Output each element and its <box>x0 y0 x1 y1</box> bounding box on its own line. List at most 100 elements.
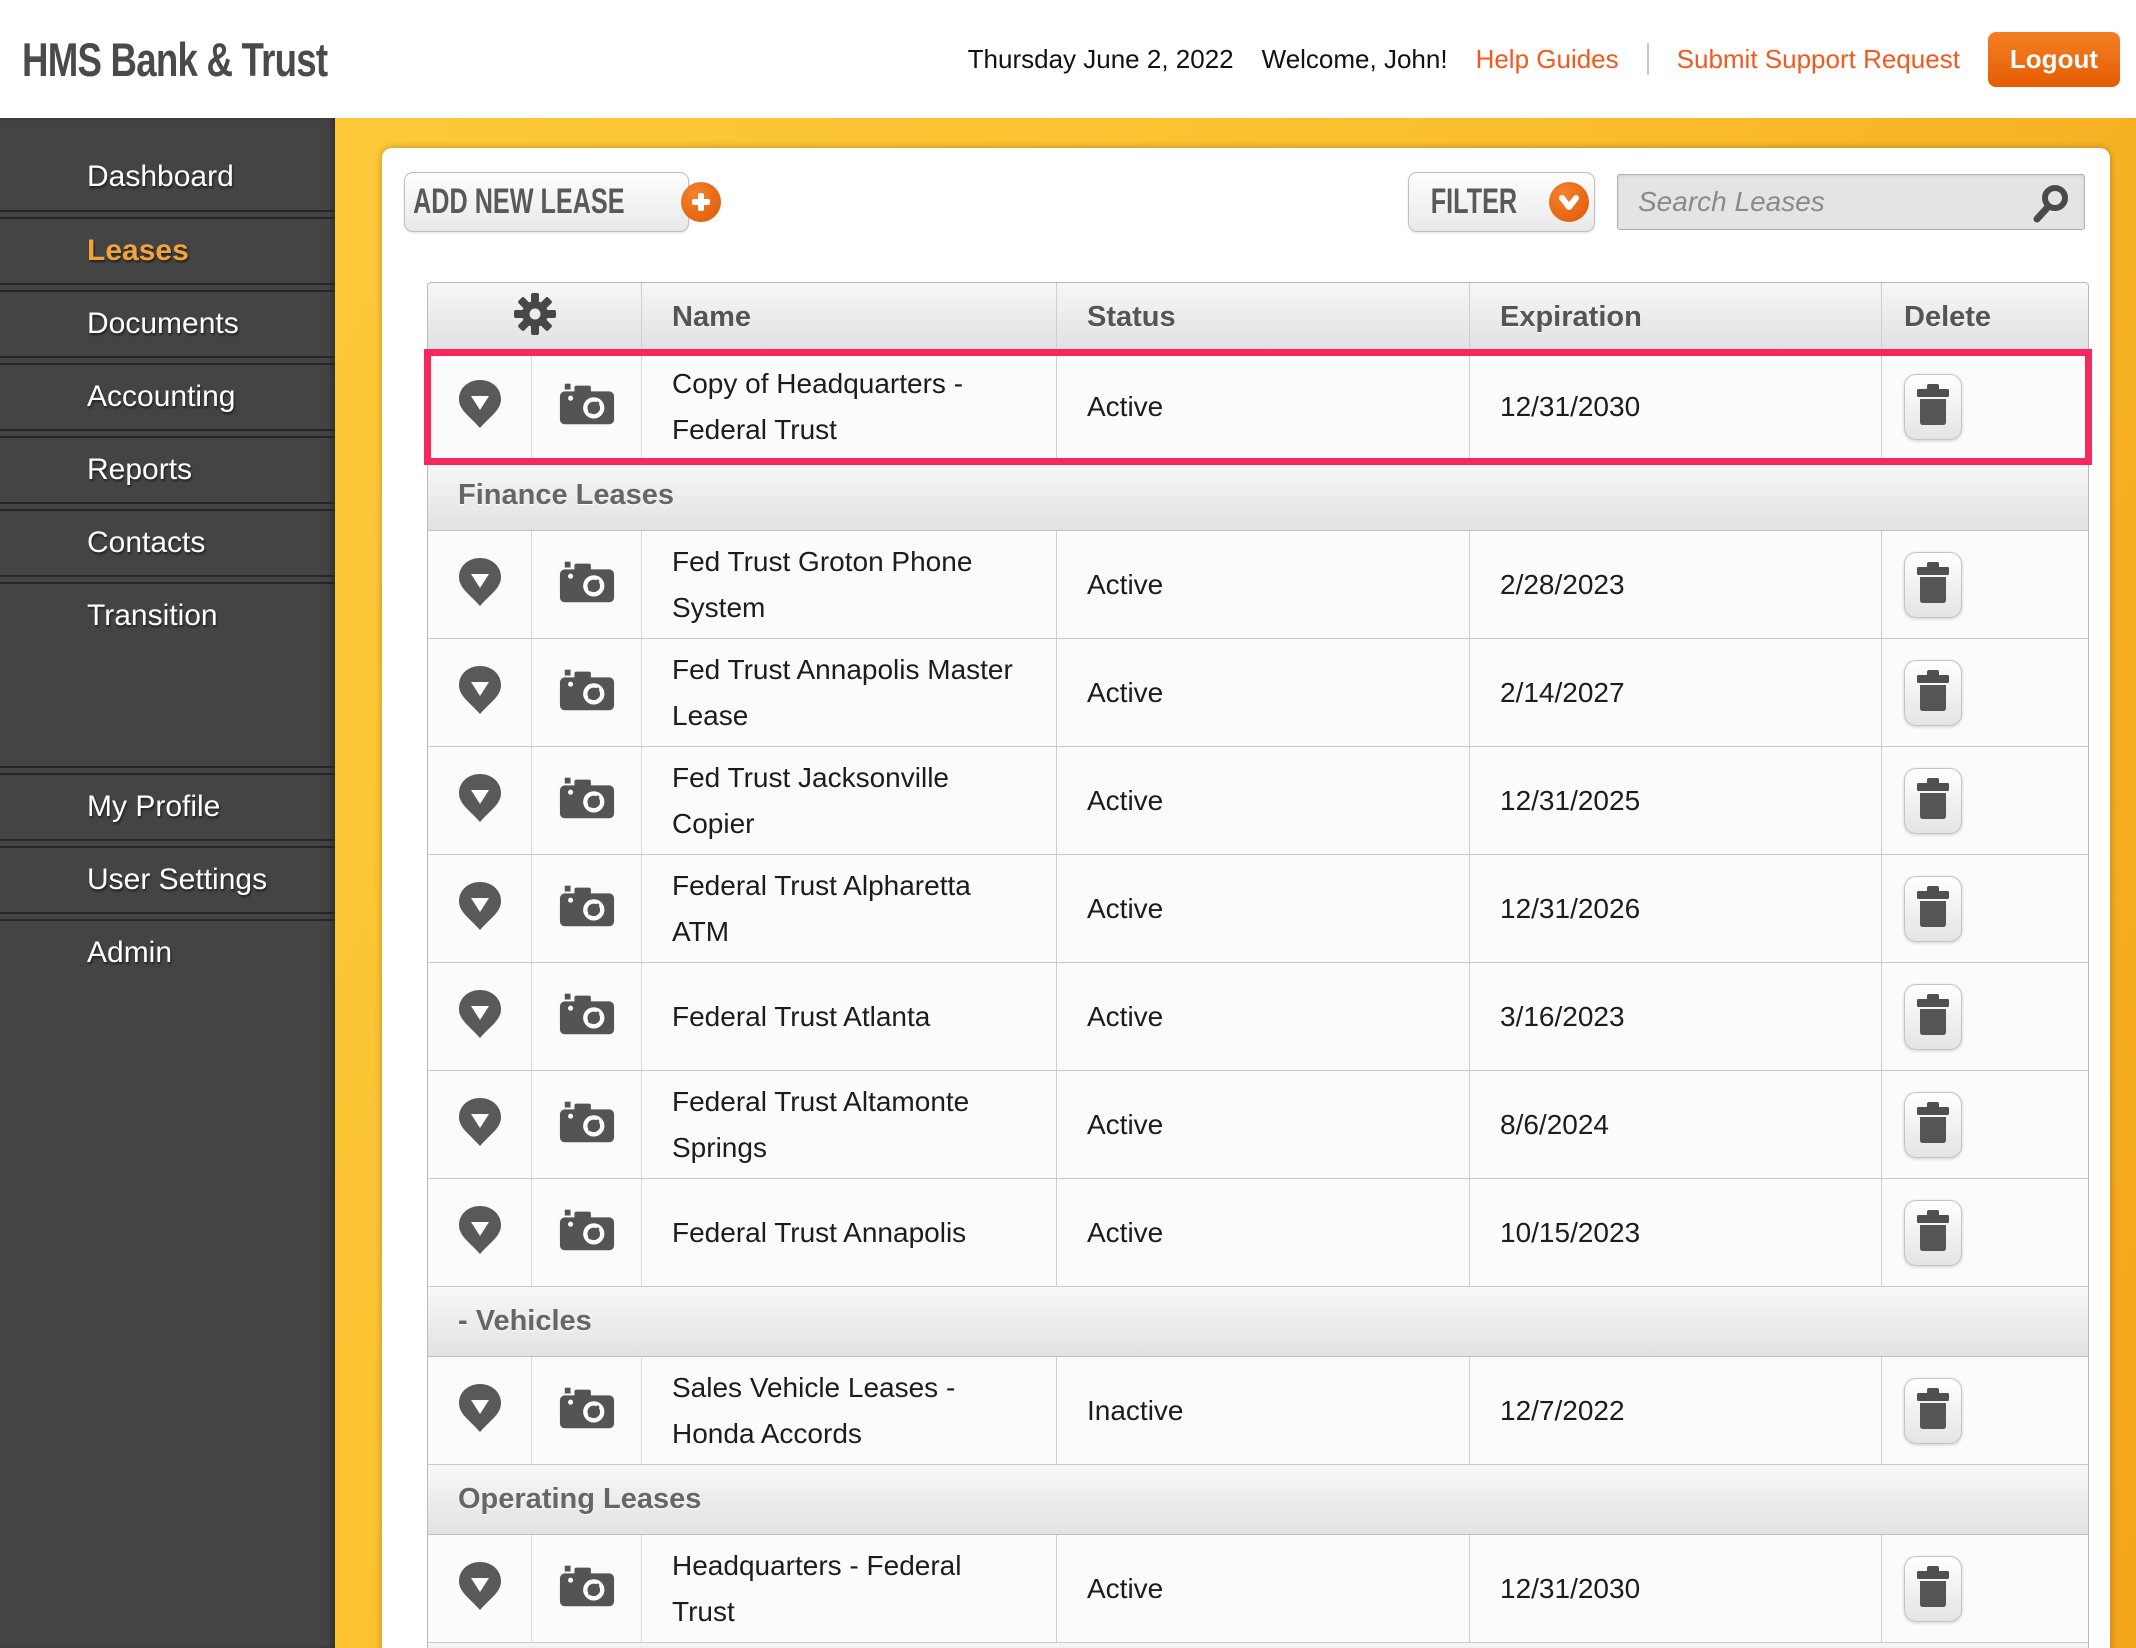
plus-circle-icon <box>681 182 722 222</box>
delete-cell <box>1882 747 2088 854</box>
trash-icon <box>1916 886 1950 931</box>
top-header: HMS Bank & Trust Thursday June 2, 2022 W… <box>0 0 2136 118</box>
down-arrow-icon <box>458 379 502 434</box>
delete-lease-button[interactable] <box>1904 1377 1962 1444</box>
sidebar-item-admin[interactable]: Admin <box>0 912 335 985</box>
delete-cell <box>1882 639 2088 746</box>
gear-icon[interactable] <box>512 291 558 345</box>
down-arrow-icon <box>458 1383 502 1438</box>
trash-icon <box>1916 1566 1950 1611</box>
lease-name: Headquarters - Federal Trust <box>642 1535 1057 1642</box>
trash-icon <box>1916 1102 1950 1147</box>
photo-button[interactable] <box>532 963 642 1070</box>
down-arrow-icon <box>458 665 502 720</box>
photo-button[interactable] <box>532 639 642 746</box>
lease-status: Active <box>1057 747 1470 854</box>
table-row-highlighted: Copy of Headquarters - Federal Trust Act… <box>424 349 2092 465</box>
trash-icon <box>1916 384 1950 429</box>
table-header-row: Name Status Expiration Delete <box>428 283 2088 353</box>
delete-lease-button[interactable] <box>1904 983 1962 1050</box>
delete-lease-button[interactable] <box>1904 1091 1962 1158</box>
lease-status: Active <box>1057 963 1470 1070</box>
filter-button[interactable]: FILTER <box>1408 172 1595 232</box>
table-row: Federal Trust Annapolis Active 10/15/202… <box>428 1179 2088 1287</box>
lease-status: Active <box>1057 639 1470 746</box>
photo-button[interactable] <box>532 1535 642 1642</box>
sidebar-item-my-profile[interactable]: My Profile <box>0 766 335 839</box>
expand-row-button[interactable] <box>428 1357 532 1464</box>
search-input[interactable] <box>1617 174 2085 230</box>
section-header-row <box>428 1643 2088 1648</box>
lease-expiration: 12/31/2025 <box>1470 747 1882 854</box>
settings-column-header[interactable] <box>428 283 642 352</box>
table-body: Copy of Headquarters - Federal Trust Act… <box>424 349 2092 1648</box>
sidebar-item-label: Accounting <box>87 380 236 413</box>
sidebar-item-label: Documents <box>87 307 239 340</box>
section-header-row: Finance Leases <box>428 461 2088 531</box>
photo-button[interactable] <box>532 855 642 962</box>
delete-lease-button[interactable] <box>1904 1199 1962 1266</box>
expand-row-button[interactable] <box>428 1071 532 1178</box>
section-label: - Vehicles <box>458 1305 592 1337</box>
delete-cell <box>1882 1357 2088 1464</box>
yellow-frame: ADD NEW LEASE FILTER Search Leases Name … <box>335 118 2136 1648</box>
down-arrow-icon <box>458 1097 502 1152</box>
photo-button[interactable] <box>532 353 642 460</box>
camera-icon <box>558 1206 616 1259</box>
logout-button[interactable]: Logout <box>1987 31 2120 87</box>
lease-expiration: 2/14/2027 <box>1470 639 1882 746</box>
lease-name: Federal Trust Altamonte Springs <box>642 1071 1057 1178</box>
lease-table: Name Status Expiration Delete Copy of He… <box>424 282 2092 1648</box>
delete-lease-button[interactable] <box>1904 767 1962 834</box>
camera-icon <box>558 558 616 611</box>
sidebar-item-contacts[interactable]: Contacts <box>0 502 335 575</box>
trash-icon <box>1916 562 1950 607</box>
section-label: Finance Leases <box>458 479 674 511</box>
photo-button[interactable] <box>532 1357 642 1464</box>
photo-button[interactable] <box>532 1071 642 1178</box>
sidebar-item-transition[interactable]: Transition <box>0 575 335 648</box>
down-arrow-icon <box>458 557 502 612</box>
sidebar-item-leases[interactable]: Leases <box>0 210 335 283</box>
delete-lease-button[interactable] <box>1904 373 1962 440</box>
lease-name: Copy of Headquarters - Federal Trust <box>642 353 1057 460</box>
expand-row-button[interactable] <box>428 747 532 854</box>
sidebar-item-user-settings[interactable]: User Settings <box>0 839 335 912</box>
lease-expiration: 12/7/2022 <box>1470 1357 1882 1464</box>
expand-row-button[interactable] <box>428 855 532 962</box>
lease-status: Active <box>1057 1179 1470 1286</box>
photo-button[interactable] <box>532 531 642 638</box>
expand-row-button[interactable] <box>428 1535 532 1642</box>
sidebar-item-label: Leases <box>87 234 189 267</box>
status-column-header: Status <box>1057 283 1470 352</box>
sidebar-item-reports[interactable]: Reports <box>0 429 335 502</box>
expand-row-button[interactable] <box>428 531 532 638</box>
lease-name: Federal Trust Annapolis <box>642 1179 1057 1286</box>
add-new-lease-button[interactable]: ADD NEW LEASE <box>404 172 722 232</box>
expand-row-button[interactable] <box>428 963 532 1070</box>
submit-support-request-link[interactable]: Submit Support Request <box>1677 44 1960 75</box>
photo-button[interactable] <box>532 747 642 854</box>
delete-lease-button[interactable] <box>1904 551 1962 618</box>
delete-lease-button[interactable] <box>1904 659 1962 726</box>
search-wrap <box>1617 174 2085 230</box>
lease-status: Inactive <box>1057 1357 1470 1464</box>
search-icon[interactable] <box>2029 183 2071 230</box>
lease-name: Federal Trust Atlanta <box>642 963 1057 1070</box>
expand-row-button[interactable] <box>428 1179 532 1286</box>
table-row: Sales Vehicle Leases - Honda Accords Ina… <box>428 1357 2088 1465</box>
delete-lease-button[interactable] <box>1904 875 1962 942</box>
lease-status: Active <box>1057 353 1470 460</box>
expand-row-button[interactable] <box>428 353 532 460</box>
table-row: Headquarters - Federal Trust Active 12/3… <box>428 1535 2088 1643</box>
delete-cell <box>1882 963 2088 1070</box>
photo-button[interactable] <box>532 1179 642 1286</box>
sidebar-item-documents[interactable]: Documents <box>0 283 335 356</box>
welcome-message: Welcome, John! <box>1261 43 1448 74</box>
add-new-lease-label: ADD NEW LEASE <box>412 182 625 221</box>
expand-row-button[interactable] <box>428 639 532 746</box>
sidebar-item-accounting[interactable]: Accounting <box>0 356 335 429</box>
delete-lease-button[interactable] <box>1904 1555 1962 1622</box>
sidebar-item-dashboard[interactable]: Dashboard <box>0 144 335 210</box>
help-guides-link[interactable]: Help Guides <box>1476 44 1619 75</box>
